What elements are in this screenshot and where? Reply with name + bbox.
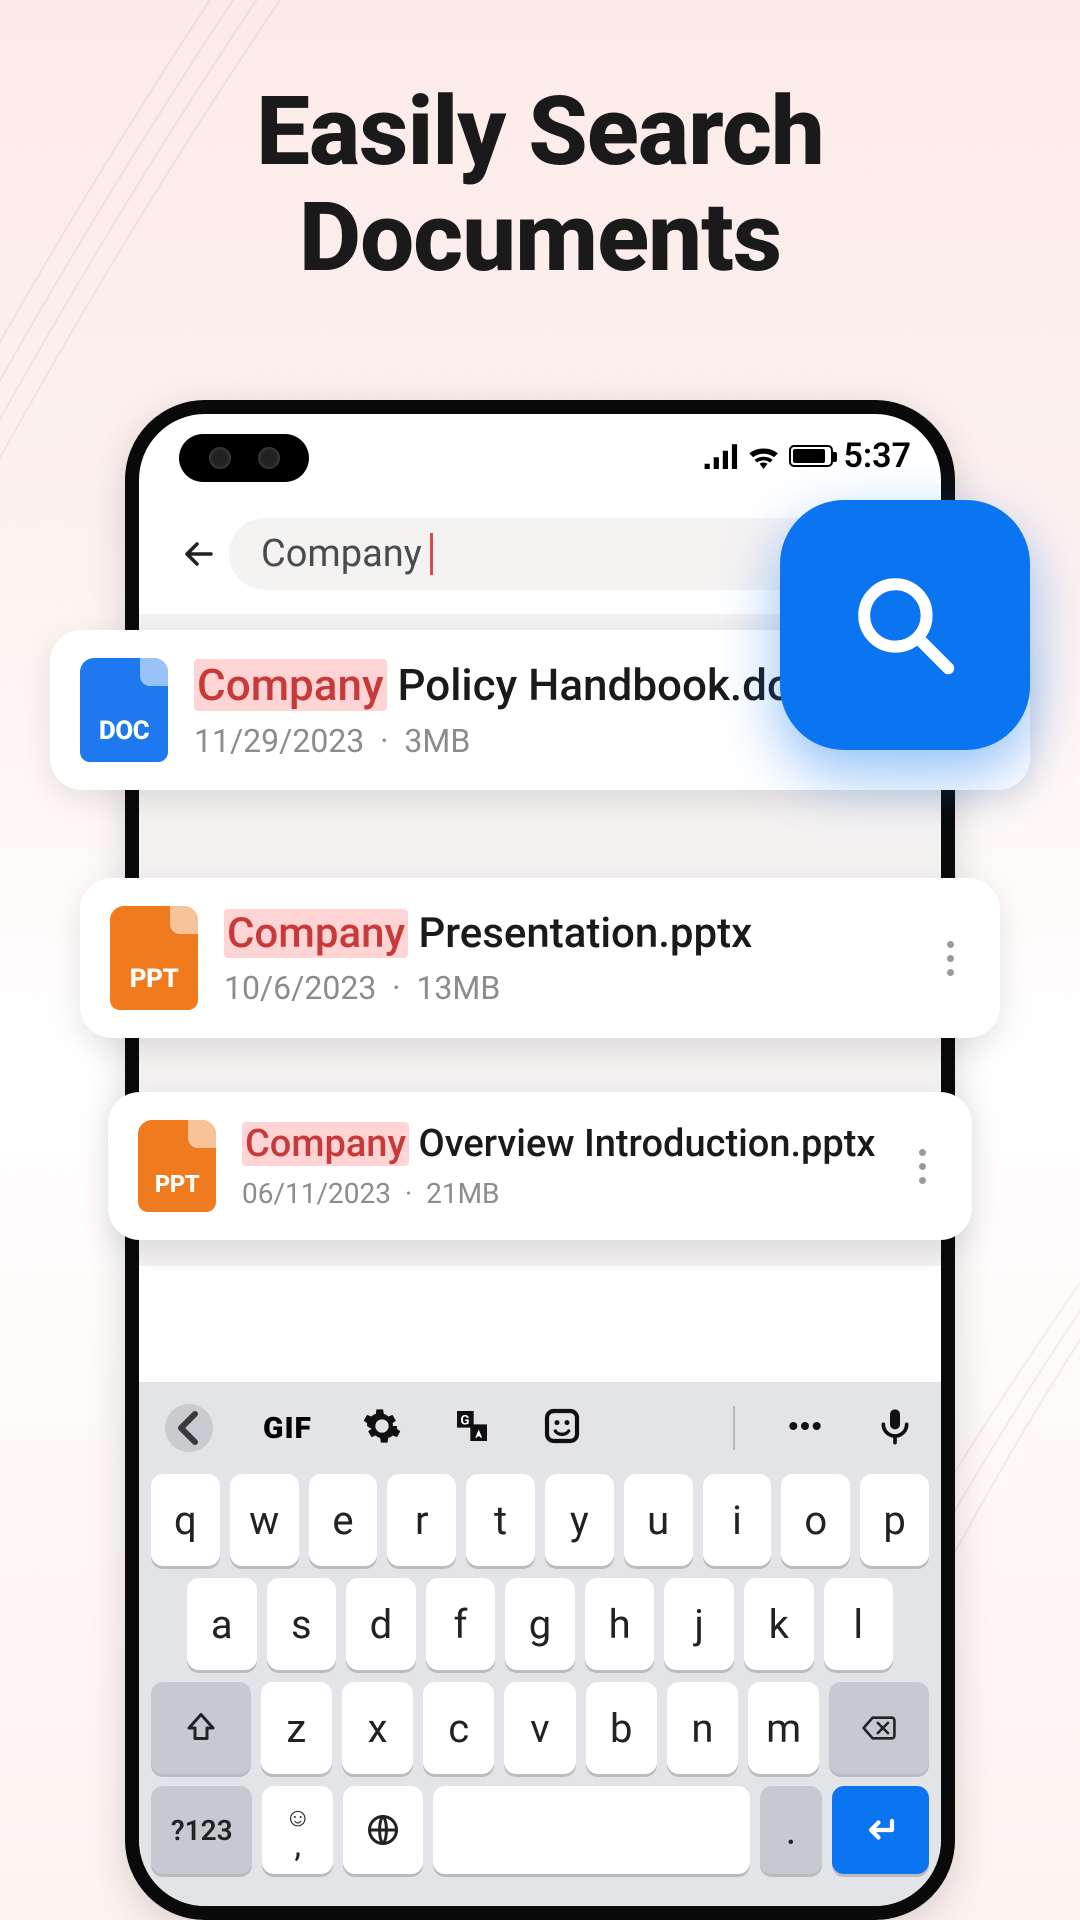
key-backspace[interactable] <box>829 1682 929 1774</box>
result-title-rest: Presentation.pptx <box>408 909 752 958</box>
globe-icon <box>365 1812 401 1848</box>
more-options-icon[interactable] <box>902 1149 942 1184</box>
status-time: 5:37 <box>843 436 911 476</box>
result-title: Company Overview Introduction.pptx <box>242 1122 876 1167</box>
key-g[interactable]: g <box>505 1578 575 1670</box>
key-shift[interactable] <box>151 1682 251 1774</box>
key-x[interactable]: x <box>342 1682 413 1774</box>
ppt-file-icon: PPT <box>110 906 198 1010</box>
result-info: Company Overview Introduction.pptx 06/11… <box>242 1122 876 1210</box>
sticker-icon <box>542 1406 582 1446</box>
chevron-left-icon <box>165 1404 213 1452</box>
key-language[interactable] <box>343 1786 422 1874</box>
kb-settings-button[interactable] <box>362 1406 402 1450</box>
dots-icon <box>785 1406 825 1446</box>
key-w[interactable]: w <box>230 1474 299 1566</box>
signal-icon <box>702 443 738 469</box>
key-k[interactable]: k <box>744 1578 814 1670</box>
key-v[interactable]: v <box>504 1682 575 1774</box>
key-f[interactable]: f <box>426 1578 496 1670</box>
result-title: Company Presentation.pptx <box>224 909 904 959</box>
enter-icon <box>862 1812 898 1848</box>
kb-sticker-button[interactable] <box>542 1406 582 1450</box>
key-t[interactable]: t <box>466 1474 535 1566</box>
key-e[interactable]: e <box>309 1474 378 1566</box>
battery-icon <box>789 445 833 467</box>
result-card[interactable]: PPT Company Overview Introduction.pptx 0… <box>108 1092 972 1240</box>
text-caret <box>430 533 433 575</box>
key-b[interactable]: b <box>586 1682 657 1774</box>
key-o[interactable]: o <box>781 1474 850 1566</box>
arrow-left-icon <box>179 534 219 574</box>
key-y[interactable]: y <box>545 1474 614 1566</box>
search-highlight: Company <box>194 659 387 711</box>
status-bar: 5:37 <box>702 436 911 476</box>
key-p[interactable]: p <box>860 1474 929 1566</box>
key-z[interactable]: z <box>261 1682 332 1774</box>
search-highlight: Company <box>242 1122 409 1166</box>
key-j[interactable]: j <box>664 1578 734 1670</box>
key-a[interactable]: a <box>187 1578 257 1670</box>
kb-translate-button[interactable]: G <box>452 1406 492 1450</box>
phone-notch <box>179 434 309 482</box>
headline-line1: Easily Search <box>256 76 824 188</box>
result-title-rest: Overview Introduction.pptx <box>409 1122 875 1166</box>
back-button[interactable] <box>169 524 229 584</box>
key-c[interactable]: c <box>423 1682 494 1774</box>
more-options-icon[interactable] <box>930 941 970 976</box>
headline: Easily Search Documents <box>0 0 1080 291</box>
key-period[interactable]: . <box>760 1786 822 1874</box>
key-q[interactable]: q <box>151 1474 220 1566</box>
doc-file-icon: DOC <box>80 658 168 762</box>
key-space[interactable] <box>433 1786 751 1874</box>
kb-gif-button[interactable]: GIF <box>263 1411 312 1446</box>
result-card[interactable]: PPT Company Presentation.pptx 10/6/2023 … <box>80 878 1000 1038</box>
key-comma[interactable]: ☺, <box>262 1786 333 1874</box>
result-title-rest: Policy Handbook.docx <box>387 659 837 711</box>
kb-collapse-button[interactable] <box>165 1404 213 1452</box>
key-r[interactable]: r <box>387 1474 456 1566</box>
backspace-icon <box>861 1710 897 1746</box>
result-meta: 10/6/2023 · 13MB <box>224 969 904 1007</box>
keyboard-toolbar: GIF G <box>151 1382 929 1474</box>
key-s[interactable]: s <box>267 1578 337 1670</box>
gear-icon <box>362 1406 402 1446</box>
key-d[interactable]: d <box>346 1578 416 1670</box>
translate-icon: G <box>452 1406 492 1446</box>
key-numbers[interactable]: ?123 <box>151 1786 252 1874</box>
search-query-text: Company <box>261 532 422 576</box>
key-m[interactable]: m <box>748 1682 819 1774</box>
result-meta: 06/11/2023 · 21MB <box>242 1177 876 1210</box>
key-n[interactable]: n <box>667 1682 738 1774</box>
kb-more-button[interactable] <box>785 1406 825 1450</box>
mic-icon <box>875 1406 915 1446</box>
search-icon <box>845 565 965 685</box>
key-l[interactable]: l <box>824 1578 894 1670</box>
keyboard: GIF G qwertyuiop <box>139 1382 941 1906</box>
kb-mic-button[interactable] <box>875 1406 915 1450</box>
headline-line2: Documents <box>299 182 781 294</box>
search-highlight: Company <box>224 909 408 958</box>
ppt-file-icon: PPT <box>138 1120 216 1212</box>
kb-separator <box>733 1406 735 1450</box>
key-enter[interactable] <box>832 1786 929 1874</box>
key-h[interactable]: h <box>585 1578 655 1670</box>
key-i[interactable]: i <box>703 1474 772 1566</box>
svg-text:G: G <box>460 1413 469 1428</box>
result-info: Company Presentation.pptx 10/6/2023 · 13… <box>224 909 904 1007</box>
wifi-icon <box>748 443 779 469</box>
key-u[interactable]: u <box>624 1474 693 1566</box>
shift-icon <box>183 1710 219 1746</box>
search-fab[interactable] <box>780 500 1030 750</box>
